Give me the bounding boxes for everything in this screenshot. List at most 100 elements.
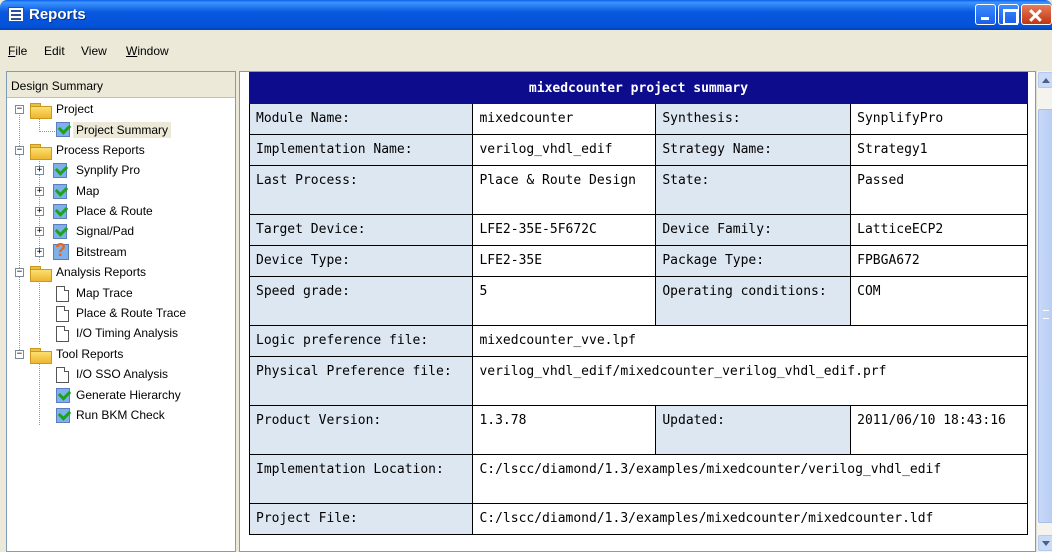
scroll-thumb[interactable]: [1038, 109, 1052, 523]
tree-label: I/O Timing Analysis: [76, 326, 179, 340]
tree-item-project[interactable]: − Project: [7, 100, 227, 120]
last-process-value: Place & Route Design: [472, 165, 657, 215]
strategy-label: Strategy Name:: [655, 134, 852, 166]
menu-view[interactable]: View: [81, 44, 107, 58]
tree-label: Tool Reports: [56, 347, 124, 361]
tree-label: Run BKM Check: [76, 408, 165, 422]
target-device-label: Target Device:: [248, 214, 474, 246]
impl-name-label: Implementation Name:: [248, 134, 474, 166]
impl-location-value: C:/lscc/diamond/1.3/examples/mixedcounte…: [472, 454, 1028, 504]
tree-label: Project Summary: [73, 122, 172, 138]
close-button[interactable]: [1021, 4, 1052, 25]
document-icon: [56, 306, 69, 322]
tree-item-tool-reports[interactable]: − Tool Reports: [7, 345, 227, 365]
project-file-label: Project File:: [248, 503, 474, 535]
menu-edit[interactable]: Edit: [44, 44, 65, 58]
design-summary-pane: Design Summary − Project Project Summary…: [6, 71, 236, 552]
maximize-button[interactable]: [998, 4, 1019, 25]
module-name-value: mixedcounter: [472, 103, 657, 135]
tree-label: Place & Route: [76, 204, 153, 218]
operating-conditions-label: Operating conditions:: [655, 276, 852, 326]
tree-label: Place & Route Trace: [76, 306, 187, 320]
tree-label: Process Reports: [56, 143, 145, 157]
state-label: State:: [655, 165, 852, 215]
tree-item-map[interactable]: + Map: [7, 182, 227, 202]
tree-item-io-timing[interactable]: I/O Timing Analysis: [7, 324, 227, 344]
tree-item-analysis-reports[interactable]: − Analysis Reports: [7, 263, 227, 283]
tree-label: Map Trace: [76, 286, 133, 300]
document-icon: [56, 367, 69, 383]
tree-label: Synplify Pro: [76, 163, 141, 177]
product-version-value: 1.3.78: [472, 405, 657, 455]
tree-label: Bitstream: [76, 245, 127, 259]
expand-icon[interactable]: +: [35, 166, 44, 175]
summary-title: mixedcounter project summary: [249, 72, 1028, 104]
report-icon: [8, 7, 24, 22]
expand-icon[interactable]: +: [35, 248, 44, 257]
updated-label: Updated:: [655, 405, 852, 455]
folder-icon: [30, 144, 52, 160]
last-process-label: Last Process:: [248, 165, 474, 215]
tree-item-run-bkm[interactable]: Run BKM Check: [7, 406, 227, 426]
tree-item-bitstream[interactable]: + Bitstream: [7, 240, 227, 263]
checkmark-icon: [53, 163, 67, 178]
warning-question-icon: [53, 240, 69, 261]
target-device-value: LFE2-35E-5F672C: [472, 214, 657, 246]
expand-icon[interactable]: +: [35, 187, 44, 196]
tree-label: Generate Hierarchy: [76, 388, 181, 402]
device-type-value: LFE2-35E: [472, 245, 657, 277]
scroll-down-icon[interactable]: [1038, 535, 1052, 551]
tree-label: Project: [56, 102, 94, 116]
physical-pref-label: Physical Preference file:: [248, 356, 474, 406]
package-type-label: Package Type:: [655, 245, 852, 277]
tree-item-place-route[interactable]: + Place & Route: [7, 202, 227, 222]
scroll-up-icon[interactable]: [1038, 72, 1052, 88]
project-summary-table: mixedcounter project summary Module Name…: [248, 72, 1028, 535]
collapse-icon[interactable]: −: [15, 105, 24, 114]
strategy-value: Strategy1: [850, 134, 1028, 166]
module-name-label: Module Name:: [248, 103, 474, 135]
expand-icon[interactable]: +: [35, 227, 44, 236]
collapse-icon[interactable]: −: [15, 268, 24, 277]
state-value: Passed: [850, 165, 1028, 215]
menu-bar: File Edit View Window: [0, 30, 1052, 90]
tree-item-generate-hierarchy[interactable]: Generate Hierarchy: [7, 386, 227, 406]
physical-pref-value: verilog_vhdl_edif/mixedcounter_verilog_v…: [472, 356, 1028, 406]
checkmark-icon: [56, 408, 70, 423]
collapse-icon[interactable]: −: [15, 350, 24, 359]
checkmark-icon: [53, 224, 67, 239]
speed-grade-value: 5: [472, 276, 657, 326]
document-icon: [56, 286, 69, 302]
tree-item-place-route-trace[interactable]: Place & Route Trace: [7, 304, 227, 324]
expand-icon[interactable]: +: [35, 207, 44, 216]
collapse-icon[interactable]: −: [15, 146, 24, 155]
operating-conditions-value: COM: [850, 276, 1028, 326]
checkmark-icon: [53, 204, 67, 219]
updated-value: 2011/06/10 18:43:16: [850, 405, 1028, 455]
speed-grade-label: Speed grade:: [248, 276, 474, 326]
device-type-label: Device Type:: [248, 245, 474, 277]
folder-icon: [30, 348, 52, 364]
tree-label: Map: [76, 184, 100, 198]
tree-item-signal-pad[interactable]: + Signal/Pad: [7, 222, 227, 242]
vertical-scrollbar[interactable]: [1036, 71, 1052, 552]
menu-window[interactable]: Window: [126, 44, 169, 58]
project-file-value: C:/lscc/diamond/1.3/examples/mixedcounte…: [472, 503, 1028, 535]
checkmark-icon: [56, 388, 70, 403]
tree-item-process-reports[interactable]: − Process Reports: [7, 141, 227, 161]
menu-file[interactable]: File: [8, 44, 27, 58]
synthesis-label: Synthesis:: [655, 103, 852, 135]
product-version-label: Product Version:: [248, 405, 474, 455]
tree-item-map-trace[interactable]: Map Trace: [7, 284, 227, 304]
logic-pref-label: Logic preference file:: [248, 325, 474, 357]
tree-item-synplify-pro[interactable]: + Synplify Pro: [7, 161, 227, 181]
tree-label: Analysis Reports: [56, 265, 147, 279]
tree-item-project-summary[interactable]: Project Summary: [7, 120, 227, 140]
synthesis-value: SynplifyPro: [850, 103, 1028, 135]
title-bar[interactable]: Reports: [0, 0, 1052, 30]
tree-item-io-sso[interactable]: I/O SSO Analysis: [7, 365, 227, 385]
package-type-value: FPBGA672: [850, 245, 1028, 277]
minimize-button[interactable]: [975, 4, 996, 25]
folder-icon: [30, 266, 52, 282]
logic-pref-value: mixedcounter_vve.lpf: [472, 325, 1028, 357]
